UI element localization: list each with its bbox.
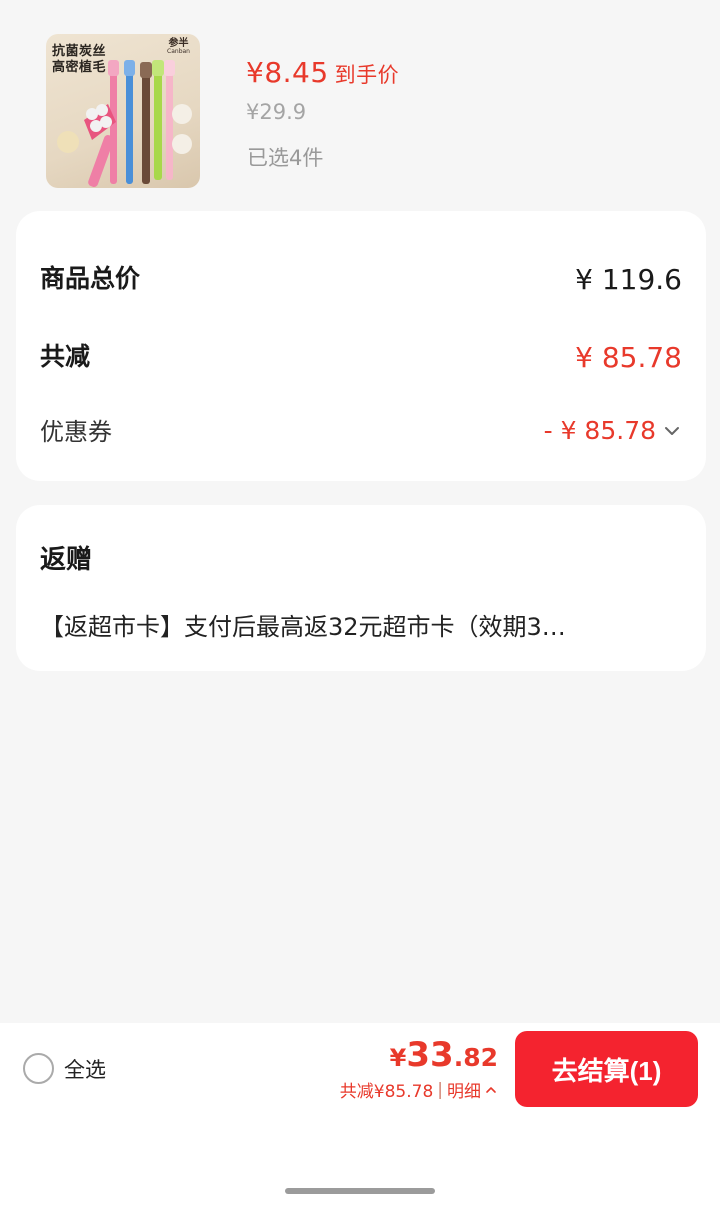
- gift-card: 返赠 【返超市卡】支付后最高返32元超市卡（效期3…: [16, 505, 706, 671]
- total-integer: 33: [406, 1035, 454, 1075]
- final-price-tag: 到手价: [334, 63, 400, 87]
- final-price-value: ¥8.45: [246, 56, 329, 89]
- select-all-radio[interactable]: [23, 1053, 54, 1084]
- toothbrush-illustration: [57, 60, 192, 187]
- checkout-bar: 全选 ¥33.82 共减¥85.78 | 明细 去结算(1): [0, 1023, 720, 1215]
- gift-title: 返赠: [40, 545, 93, 575]
- coupon-label: 优惠券: [40, 418, 112, 446]
- checkout-button[interactable]: 去结算(1): [515, 1031, 698, 1107]
- selected-count: 已选4件: [247, 146, 324, 170]
- select-all-toggle[interactable]: 全选: [23, 1053, 106, 1084]
- select-all-label: 全选: [64, 1057, 106, 1082]
- detail-label: 明细: [447, 1082, 481, 1102]
- original-price: ¥29.9: [246, 100, 307, 124]
- coupon-value: - ¥ 85.78: [543, 416, 656, 445]
- home-indicator[interactable]: [285, 1188, 435, 1194]
- chevron-up-icon: [486, 1086, 496, 1093]
- detail-separator: |: [437, 1079, 443, 1100]
- total-decimal: .82: [453, 1043, 498, 1072]
- goods-total-value: ¥ 119.6: [575, 263, 682, 296]
- discount-label: 共减: [40, 342, 91, 371]
- goods-total-label: 商品总价: [40, 264, 141, 293]
- gift-description[interactable]: 【返超市卡】支付后最高返32元超市卡（效期3…: [40, 607, 670, 642]
- total-currency: ¥: [389, 1044, 407, 1072]
- product-summary: 抗菌炭丝 高密植毛 参半 Canban ¥8.45 到手价 ¥29.9 已选4件: [0, 0, 720, 200]
- total-price: ¥33.82: [390, 1035, 498, 1075]
- coupon-row-toggle[interactable]: - ¥ 85.78: [544, 416, 684, 445]
- detail-saved: 共减¥85.78: [339, 1082, 434, 1102]
- price-summary-card: 商品总价 ¥ 119.6 共减 ¥ 85.78 优惠券 - ¥ 85.78: [16, 211, 706, 481]
- chevron-down-icon: [665, 426, 679, 435]
- discount-value: ¥ 85.78: [575, 341, 682, 374]
- price-detail-toggle[interactable]: 共减¥85.78 | 明细: [340, 1077, 498, 1102]
- product-thumbnail[interactable]: 抗菌炭丝 高密植毛 参半 Canban: [46, 34, 200, 188]
- final-price: ¥8.45 到手价: [246, 56, 399, 89]
